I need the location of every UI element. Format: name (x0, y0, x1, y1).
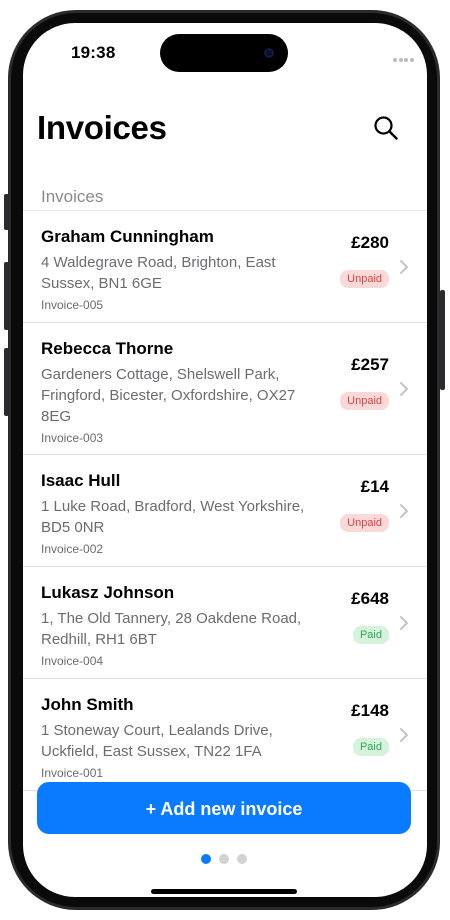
invoice-address: 4 Waldegrave Road, Brighton, East Sussex… (41, 254, 276, 292)
dynamic-island (160, 34, 288, 72)
invoice-address: 1 Stoneway Court, Lealands Drive, Uckfie… (41, 722, 273, 760)
page-indicator[interactable] (201, 851, 255, 869)
page-dot[interactable] (237, 854, 247, 864)
invoice-number: Invoice-004 (41, 654, 104, 668)
invoice-amount: £648 (351, 589, 389, 608)
search-icon[interactable] (373, 115, 399, 141)
chevron-right-icon (400, 504, 408, 518)
invoice-amount: £148 (351, 701, 389, 720)
status-badge: Unpaid (340, 514, 389, 532)
section-header: Invoices (41, 187, 104, 206)
volume-down-button (4, 348, 9, 416)
invoice-amount: £257 (351, 355, 389, 374)
page-dot[interactable] (201, 854, 211, 864)
chevron-right-icon (400, 382, 408, 396)
invoice-number: Invoice-002 (41, 542, 104, 556)
invoice-number: Invoice-005 (41, 298, 104, 312)
status-badge: Unpaid (340, 392, 389, 410)
invoice-row[interactable]: Rebecca Thorne Gardeners Cottage, Shelswe… (23, 323, 427, 455)
invoice-amount: £280 (351, 233, 389, 252)
page-dot[interactable] (219, 854, 229, 864)
invoice-list: Graham Cunningham 4 Waldegrave Road, Brig… (23, 211, 427, 791)
page-title: Invoices (37, 109, 167, 146)
camera-icon (264, 48, 274, 58)
invoice-row[interactable]: Isaac Hull 1 Luke Road, Bradford, West Yo… (23, 455, 427, 567)
action-button (4, 194, 9, 230)
volume-up-button (4, 262, 9, 330)
invoice-row[interactable]: Graham Cunningham 4 Waldegrave Road, Brig… (23, 211, 427, 323)
chevron-right-icon (400, 260, 408, 274)
home-indicator[interactable] (151, 889, 297, 894)
invoice-amount: £14 (360, 477, 389, 496)
invoice-number: Invoice-003 (41, 431, 104, 445)
status-badge: Paid (352, 626, 389, 644)
status-badge: Unpaid (340, 270, 389, 288)
invoice-row[interactable]: Lukasz Johnson 1, The Old Tannery, 28 Oak… (23, 567, 427, 679)
wifi-icon (422, 44, 427, 53)
power-button (440, 290, 445, 390)
invoice-row[interactable]: John Smith 1 Stoneway Court, Lealands Dri… (23, 679, 427, 791)
status-time: 19:38 (71, 43, 116, 62)
invoice-address: 1 Luke Road, Bradford, West Yorkshire, B… (41, 498, 305, 536)
invoice-address: Gardeners Cottage, Shelswell Park, Fring… (41, 366, 296, 425)
add-invoice-button[interactable]: + Add new invoice (37, 782, 411, 834)
screen: 19:38 Invoices Invoices Graham Cunningha… (23, 23, 427, 897)
cellular-signal-icon (393, 49, 415, 62)
chevron-right-icon (400, 616, 408, 630)
status-badge: Paid (352, 738, 389, 756)
invoice-address: 1, The Old Tannery, 28 Oakdene Road, Red… (41, 610, 302, 648)
invoice-number: Invoice-001 (41, 766, 104, 780)
chevron-right-icon (400, 728, 408, 742)
